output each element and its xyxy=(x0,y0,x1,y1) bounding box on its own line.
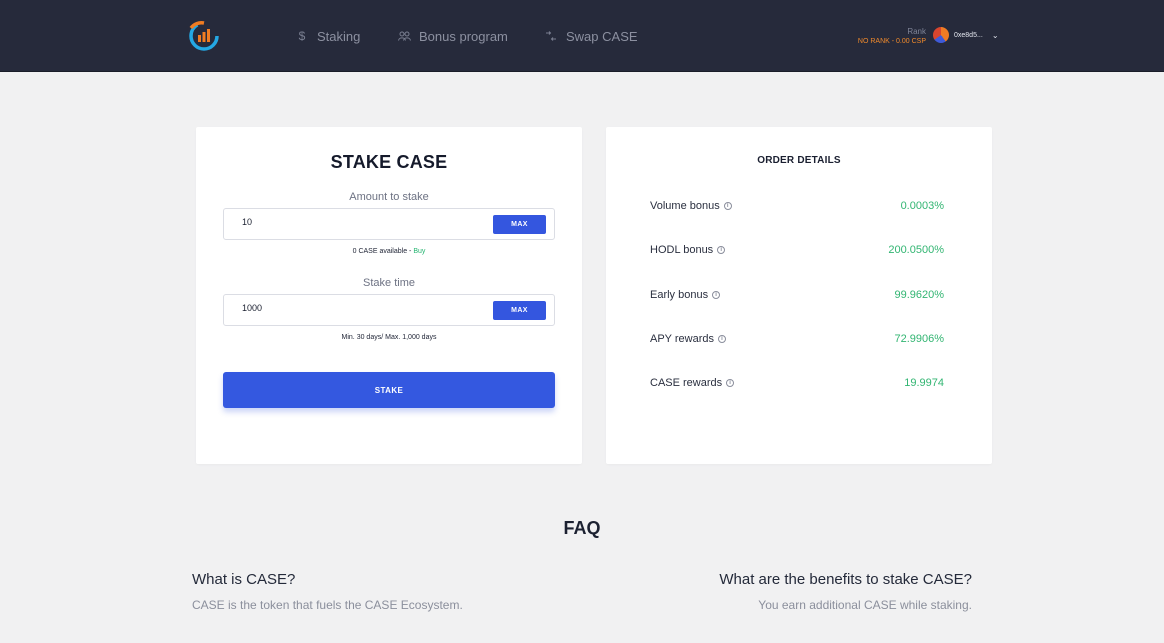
early-bonus-label: Early bonus xyxy=(650,289,709,301)
available-text: 0 CASE available - xyxy=(352,248,414,255)
order-row-volume-bonus: Volume bonus i 0.0003% xyxy=(650,199,944,213)
swap-icon xyxy=(544,29,558,43)
order-row-hodl-bonus: HODL bonus i 200.0500% xyxy=(650,243,944,257)
stake-button[interactable]: STAKE xyxy=(223,372,555,408)
rank-value: NO RANK - 0.00 CSP xyxy=(857,38,926,45)
stake-time-label: Stake time xyxy=(363,277,415,289)
case-rewards-value: 19.9974 xyxy=(904,377,944,389)
hodl-bonus-label: HODL bonus xyxy=(650,244,714,256)
dollar-icon: $ xyxy=(298,29,306,43)
nav-staking[interactable]: $ Staking xyxy=(295,27,361,45)
avatar xyxy=(933,27,949,43)
stake-time-input[interactable]: 1000 xyxy=(242,303,262,313)
rank-display: Rank NO RANK - 0.00 CSP xyxy=(858,27,926,47)
amount-max-button[interactable]: MAX xyxy=(493,215,546,234)
nav-bonus-program[interactable]: Bonus program xyxy=(397,27,508,45)
order-row-early-bonus: Early bonus i 99.9620% xyxy=(650,288,944,302)
stake-card: STAKE CASE Amount to stake 10 MAX 0 CASE… xyxy=(196,127,582,464)
faq-question-what-is-case: What is CASE? xyxy=(192,571,296,588)
chevron-down-icon: ⌄ xyxy=(991,30,999,40)
buy-link[interactable]: Buy xyxy=(413,248,425,255)
order-row-case-rewards: CASE rewards i 19.9974 xyxy=(650,376,944,390)
order-row-apy-rewards: APY rewards i 72.9906% xyxy=(650,332,944,346)
order-details-card: ORDER DETAILS Volume bonus i 0.0003% HODL… xyxy=(606,127,992,464)
faq-answer-what-is-case: CASE is the token that fuels the CASE Ec… xyxy=(192,598,463,612)
early-bonus-value: 99.9620% xyxy=(894,289,944,301)
info-icon[interactable]: i xyxy=(712,291,721,299)
amount-input[interactable]: 10 xyxy=(242,217,252,227)
apy-rewards-value: 72.9906% xyxy=(894,333,944,345)
rank-label: Rank xyxy=(907,27,926,36)
case-logo-icon[interactable] xyxy=(186,19,222,53)
nav-bonus-program-label: Bonus program xyxy=(419,28,508,44)
info-icon[interactable]: i xyxy=(726,379,735,387)
account-address: 0xe8d5... xyxy=(954,31,983,39)
info-icon[interactable]: i xyxy=(717,246,726,254)
account-menu[interactable]: 0xe8d5... ⌄ xyxy=(933,27,999,43)
amount-field[interactable]: 10 MAX xyxy=(223,208,555,240)
nav-swap-case[interactable]: Swap CASE xyxy=(544,27,638,45)
stake-time-field[interactable]: 1000 MAX xyxy=(223,294,555,326)
volume-bonus-value: 0.0003% xyxy=(900,200,944,212)
nav-staking-label: Staking xyxy=(317,28,361,44)
users-icon xyxy=(397,29,411,43)
faq-title: FAQ xyxy=(563,518,601,538)
top-navigation-bar: $ Staking Bonus program Swap CASE Rank N… xyxy=(0,0,1164,72)
hodl-bonus-value: 200.0500% xyxy=(888,244,944,256)
apy-rewards-label: APY rewards xyxy=(650,333,714,345)
nav-swap-case-label: Swap CASE xyxy=(566,28,638,44)
faq-question-benefits: What are the benefits to stake CASE? xyxy=(719,571,972,588)
case-rewards-label: CASE rewards xyxy=(650,377,723,389)
amount-label: Amount to stake xyxy=(349,191,429,203)
stake-time-max-button[interactable]: MAX xyxy=(493,301,546,320)
info-icon[interactable]: i xyxy=(718,335,726,343)
info-icon[interactable]: i xyxy=(723,202,732,210)
faq-answer-benefits: You earn additional CASE while staking. xyxy=(758,598,972,612)
available-hint: 0 CASE available - Buy xyxy=(196,248,582,255)
order-details-title: ORDER DETAILS xyxy=(757,155,841,166)
volume-bonus-label: Volume bonus xyxy=(650,200,720,212)
stake-title: STAKE CASE xyxy=(330,152,448,172)
stake-time-hint: Min. 30 days/ Max. 1,000 days xyxy=(341,334,437,341)
